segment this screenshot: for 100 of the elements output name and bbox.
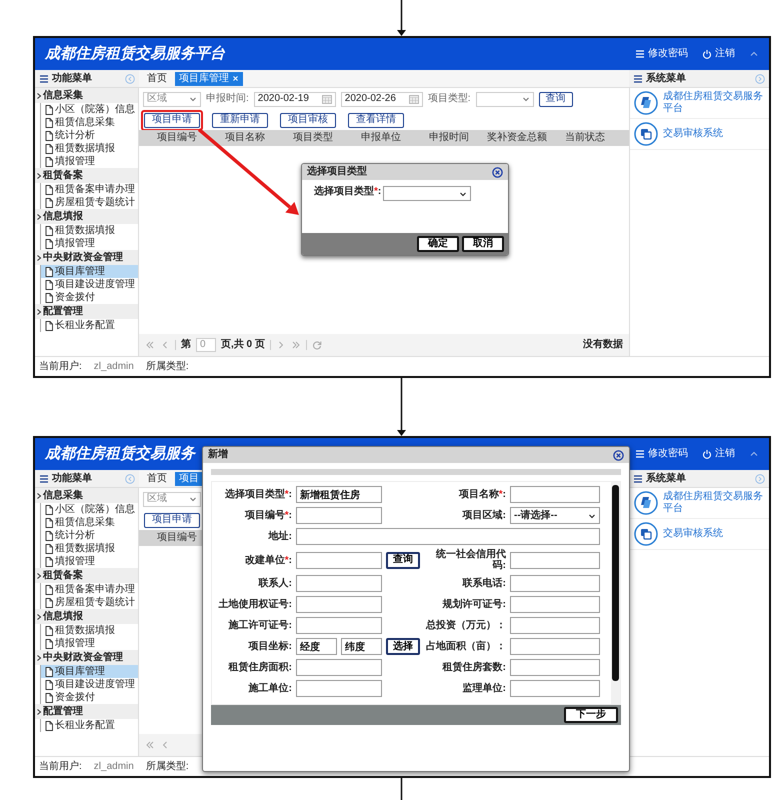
menu-section[interactable]: 租赁备案 [35,568,138,583]
menu-item[interactable]: 租赁备案申请办理 [41,183,138,196]
previous-page-icon[interactable] [160,740,170,750]
menu-item[interactable]: 项目建设进度管理 [41,278,138,291]
collapse-icon[interactable] [125,474,135,484]
text-field[interactable]: 新增租赁住房 [296,486,382,503]
action-button[interactable]: 项目申请 [144,512,200,528]
menu-item[interactable]: 长租业务配置 [41,719,138,732]
menu-item[interactable]: 统计分析 [41,529,138,542]
menu-item[interactable]: 填报管理 [41,555,138,568]
select-field[interactable] [383,186,472,201]
logout-link[interactable]: 注销 [702,48,735,60]
menu-item[interactable]: 资金拨付 [41,691,138,704]
calendar-icon[interactable] [322,94,332,104]
tab[interactable]: 首页 [143,72,171,86]
menu-item[interactable]: 填报管理 [41,237,138,250]
last-page-icon[interactable] [290,340,301,350]
menu-section[interactable]: 信息填报 [35,209,138,224]
text-field[interactable] [296,596,382,613]
tab[interactable]: 项目库管理 [175,72,243,86]
menu-icon[interactable] [39,474,49,484]
text-field[interactable] [510,659,600,676]
first-page-icon[interactable] [145,740,155,750]
menu-item[interactable]: 租赁备案申请办理 [41,583,138,596]
menu-item[interactable]: 项目建设进度管理 [41,678,138,691]
dialog-button[interactable]: 确定 [417,236,459,252]
action-button[interactable]: 项目审核 [280,112,336,128]
text-field[interactable] [296,552,382,568]
menu-item[interactable]: 长租业务配置 [41,319,138,332]
menu-section[interactable]: 信息填报 [35,609,138,624]
system-link[interactable]: 交易审核系统 [630,119,769,150]
menu-item[interactable]: 项目库管理 [41,665,138,678]
tab[interactable]: 首页 [143,472,171,486]
date-field[interactable]: 2020-02-26 [340,92,423,106]
text-field[interactable] [510,486,600,503]
text-field[interactable] [296,680,382,697]
menu-item[interactable]: 填报管理 [41,637,138,650]
select-field[interactable]: --请选择-- [510,507,600,524]
menu-item[interactable]: 租赁数据填报 [41,624,138,637]
coordinate-field[interactable]: 纬度 [341,638,382,655]
text-field[interactable] [296,575,382,592]
menu-section[interactable]: 租赁备案 [35,168,138,183]
menu-item[interactable]: 统计分析 [41,129,138,142]
menu-section[interactable]: 中央财政资金管理 [35,250,138,265]
menu-item[interactable]: 小区（院落）信息 [41,103,138,116]
text-field[interactable] [510,575,600,592]
text-field[interactable] [296,617,382,634]
menu-item[interactable]: 租赁信息采集 [41,116,138,129]
query-button[interactable]: 查询 [386,552,420,568]
text-field[interactable] [296,507,382,524]
menu-item[interactable]: 租赁数据填报 [41,142,138,155]
date-field[interactable]: 2020-02-19 [254,92,336,106]
close-icon[interactable] [492,166,503,178]
menu-icon[interactable] [633,474,643,484]
system-link[interactable]: 成都住房租赁交易服务平台 [630,488,769,519]
text-field[interactable] [510,680,600,697]
menu-item[interactable]: 房屋租赁专题统计 [41,196,138,209]
password-link[interactable]: 修改密码 [635,448,688,460]
menu-item[interactable]: 填报管理 [41,155,138,168]
expand-icon[interactable] [755,74,765,84]
pick-button[interactable]: 选择 [386,638,420,655]
menu-item[interactable]: 租赁信息采集 [41,516,138,529]
coordinate-field[interactable]: 经度 [296,638,337,655]
select-field[interactable]: 区域 [143,492,201,506]
previous-page-icon[interactable] [160,340,170,350]
text-field[interactable] [510,617,600,634]
expand-icon[interactable] [755,474,765,484]
collapse-icon[interactable] [125,74,135,84]
calendar-icon[interactable] [408,94,419,104]
menu-icon[interactable] [39,74,49,84]
action-button[interactable]: 重新申请 [212,112,268,128]
menu-section[interactable]: 配置管理 [35,704,138,719]
menu-item[interactable]: 租赁数据填报 [41,542,138,555]
next-button[interactable]: 下一步 [564,707,618,723]
logout-link[interactable]: 注销 [702,448,735,460]
text-field[interactable] [296,659,382,676]
text-field[interactable] [510,638,600,655]
action-button[interactable]: 查看详情 [348,112,404,128]
menu-section[interactable]: 信息采集 [35,88,138,103]
menu-item[interactable]: 资金拨付 [41,291,138,304]
system-link[interactable]: 成都住房租赁交易服务平台 [630,88,769,119]
scrollbar[interactable] [611,482,620,704]
text-field[interactable] [510,552,600,568]
text-field[interactable] [510,596,600,613]
first-page-icon[interactable] [145,340,155,350]
menu-section[interactable]: 信息采集 [35,488,138,503]
tab[interactable]: 项目 [175,472,203,486]
menu-item[interactable]: 租赁数据填报 [41,224,138,237]
refresh-icon[interactable] [312,340,322,350]
menu-item[interactable]: 房屋租赁专题统计 [41,596,138,609]
select-field[interactable] [476,92,534,106]
password-link[interactable]: 修改密码 [635,48,688,60]
text-field[interactable] [296,528,600,545]
menu-icon[interactable] [633,74,643,84]
menu-section[interactable]: 配置管理 [35,304,138,319]
action-button[interactable]: 项目申请 [144,112,200,128]
menu-item[interactable]: 小区（院落）信息 [41,503,138,516]
menu-section[interactable]: 中央财政资金管理 [35,650,138,665]
close-icon[interactable] [613,450,624,460]
menu-item[interactable]: 项目库管理 [41,265,138,278]
